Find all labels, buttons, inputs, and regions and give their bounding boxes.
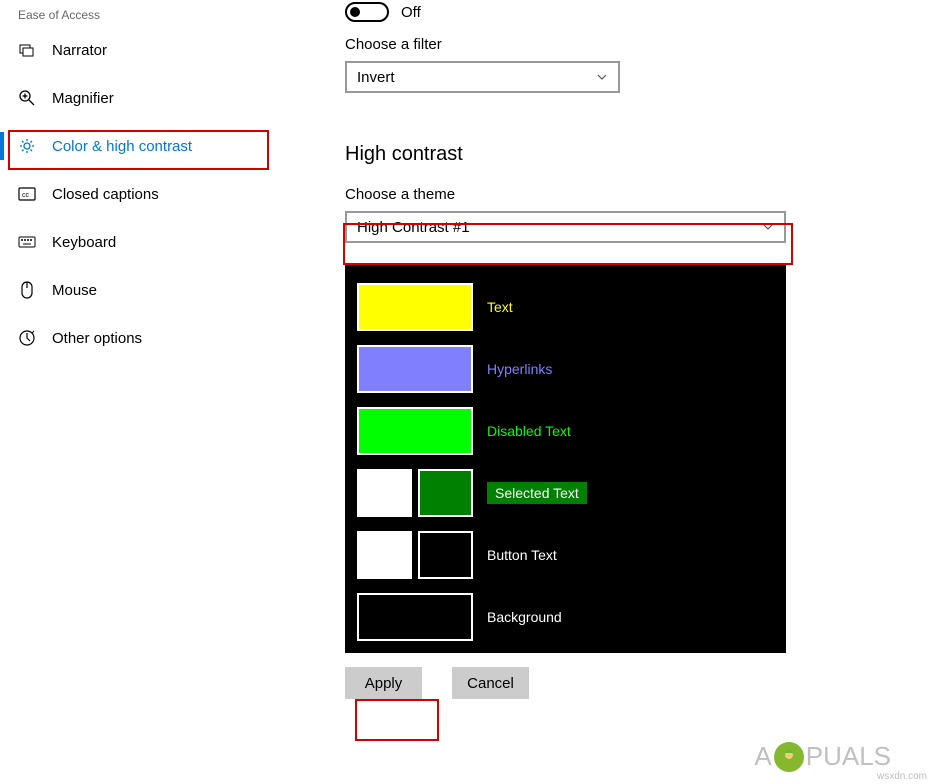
swatch-label-selected-text: Selected Text [487,482,587,504]
theme-dropdown[interactable]: High Contrast #1 [345,211,786,243]
brightness-icon [18,137,36,155]
sidebar-item-label: Mouse [52,282,97,299]
url-watermark: wsxdn.com [877,771,927,782]
swatch-background[interactable] [357,593,473,641]
toggle-knob [350,7,360,17]
swatch-label-text: Text [487,299,513,315]
sidebar-item-label: Keyboard [52,234,116,251]
magnifier-icon [18,89,36,107]
mouse-icon [18,281,36,299]
chevron-down-icon [596,71,608,83]
brand-logo: A PUALS [754,741,891,772]
main-content: Off Choose a filter Invert High contrast… [345,0,905,699]
swatch-button-text-bg[interactable] [418,531,473,579]
chevron-down-icon [762,221,774,233]
sidebar-item-label: Other options [52,330,142,347]
color-filter-toggle-row: Off [345,0,905,36]
sidebar-item-label: Color & high contrast [52,138,192,155]
swatch-row-text: Text [357,283,774,331]
apply-button[interactable]: Apply [345,667,422,699]
filter-dropdown[interactable]: Invert [345,61,620,93]
narrator-icon [18,41,36,59]
high-contrast-preview: Text Hyperlinks Disabled Text Selected T… [345,265,786,653]
filter-label: Choose a filter [345,36,905,53]
swatch-row-background: Background [357,593,774,641]
theme-label: Choose a theme [345,186,905,203]
other-options-icon [18,329,36,347]
sidebar-item-label: Closed captions [52,186,159,203]
swatch-hyperlinks[interactable] [357,345,473,393]
annotation-highlight-apply-button [355,699,439,741]
brand-logo-icon [774,742,804,772]
sidebar-item-magnifier[interactable]: Magnifier [0,78,280,118]
sidebar-item-label: Magnifier [52,90,114,107]
sidebar-item-mouse[interactable]: Mouse [0,270,280,310]
swatch-row-button-text: Button Text [357,531,774,579]
color-filter-toggle[interactable] [345,2,389,22]
theme-dropdown-value: High Contrast #1 [357,219,470,236]
active-indicator [0,132,4,160]
swatch-row-selected-text: Selected Text [357,469,774,517]
sidebar: Ease of Access Narrator Magnifier Color … [0,0,280,366]
sidebar-item-label: Narrator [52,42,107,59]
high-contrast-heading: High contrast [345,143,905,166]
swatch-selected-text-bg[interactable] [418,469,473,517]
sidebar-item-other-options[interactable]: Other options [0,318,280,358]
filter-dropdown-value: Invert [357,69,395,86]
sidebar-item-keyboard[interactable]: Keyboard [0,222,280,262]
swatch-label-button-text: Button Text [487,547,557,563]
swatch-label-disabled-text: Disabled Text [487,423,571,439]
closed-captions-icon: cc [18,185,36,203]
button-row: Apply Cancel [345,667,905,699]
swatch-row-hyperlinks: Hyperlinks [357,345,774,393]
swatch-label-hyperlinks: Hyperlinks [487,361,552,377]
swatch-disabled-text[interactable] [357,407,473,455]
sidebar-title: Ease of Access [0,2,280,30]
swatch-label-background: Background [487,609,562,625]
toggle-state-label: Off [401,4,421,21]
cancel-button[interactable]: Cancel [452,667,529,699]
sidebar-item-closed-captions[interactable]: cc Closed captions [0,174,280,214]
swatch-selected-text-fg[interactable] [357,469,412,517]
swatch-row-disabled-text: Disabled Text [357,407,774,455]
sidebar-item-narrator[interactable]: Narrator [0,30,280,70]
sidebar-item-color-high-contrast[interactable]: Color & high contrast [0,126,280,166]
swatch-button-text-fg[interactable] [357,531,412,579]
svg-text:cc: cc [22,192,30,199]
swatch-text[interactable] [357,283,473,331]
keyboard-icon [18,233,36,251]
